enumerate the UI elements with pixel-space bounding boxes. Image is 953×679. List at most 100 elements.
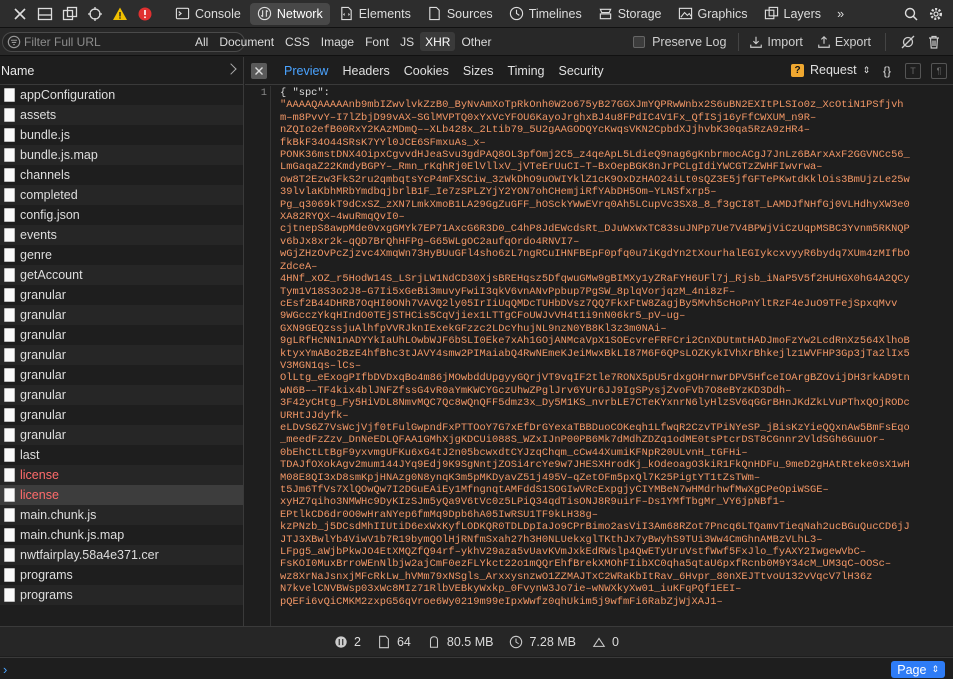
tab-sizes[interactable]: Sizes [456,57,501,85]
tab-timing[interactable]: Timing [500,57,551,85]
chevron-updown-icon: ⇕ [931,664,939,674]
tab-layers[interactable]: Layers [757,3,829,25]
console-icon [175,7,190,20]
request-name: granular [20,288,66,302]
request-row[interactable]: main.chunk.js [0,505,243,525]
request-row[interactable]: events [0,225,243,245]
request-name: bundle.js.map [20,148,98,162]
request-row[interactable]: assets [0,105,243,125]
tab-network[interactable]: Network [249,2,330,25]
tab-cookies[interactable]: Cookies [397,57,456,85]
search-icon[interactable] [899,2,923,26]
type-document-button[interactable]: Document [214,32,279,51]
import-button[interactable]: Import [749,35,803,49]
disable-cache-icon[interactable] [896,30,920,54]
request-row[interactable]: getAccount [0,265,243,285]
request-row[interactable]: granular [0,345,243,365]
preserve-log-label: Preserve Log [652,35,727,49]
tab-preview[interactable]: Preview [277,57,335,85]
devtools-tab-bar: Console Network Elements Sources Timelin… [0,0,953,28]
file-icon [4,588,15,602]
tab-storage[interactable]: Storage [591,3,669,25]
code-line: cEsf2B44DHRB7OqHI0ONh7VAVQ2ly05IrIiUqQMD… [280,297,898,310]
code-line: { "spc": [280,87,330,99]
tab-security[interactable]: Security [552,57,611,85]
export-button[interactable]: Export [817,35,871,49]
type-image-button[interactable]: Image [316,32,359,51]
request-row[interactable]: granular [0,385,243,405]
code-line: V3MGN1qs–lCs– [280,359,362,372]
tab-timelines[interactable]: Timelines [502,3,589,25]
request-row[interactable]: granular [0,425,243,445]
page-context-button[interactable]: Page ⇕ [891,661,945,678]
file-icon [4,88,15,102]
import-icon [750,36,763,48]
request-row[interactable]: bundle.js.map [0,145,243,165]
request-row[interactable]: license [0,465,243,485]
load-icon [592,637,606,647]
error-icon[interactable] [133,2,157,26]
code-line: _meedFzZzv_DnNeEDLQFAA1GMhXjgKDCUi088S_W… [280,434,885,447]
name-column-header[interactable]: Name [0,57,243,85]
request-row[interactable]: bundle.js [0,125,243,145]
code-line: v6bJx8xr2k–qQD7BrQhHFPg–G65WLgOC2aufqOrd… [280,235,580,248]
request-row[interactable]: config.json [0,205,243,225]
gear-icon[interactable] [924,2,948,26]
warning-icon[interactable] [108,2,132,26]
tab-graphics-label: Graphics [697,6,748,21]
code-line: OlLtg_eExogPIfbDVDxqBo4m86jMOwbddUpgyyGQ… [280,372,910,385]
pretty-print-icon[interactable]: {} [879,63,895,79]
tab-graphics[interactable]: Graphics [671,3,755,25]
type-xhr-button[interactable]: XHR [420,32,456,51]
request-row[interactable]: programs [0,585,243,605]
request-row[interactable]: granular [0,405,243,425]
type-all-button[interactable]: All [190,32,213,51]
type-css-button[interactable]: CSS [280,32,315,51]
code-line: wN6B––TF4kix4blJNFZfssG4vR0aYmKWCYGczUhw… [280,384,792,397]
request-name: genre [20,248,52,262]
request-row[interactable]: channels [0,165,243,185]
tab-headers[interactable]: Headers [335,57,396,85]
request-response-select[interactable]: ? Request ⇕ [791,63,870,77]
request-row[interactable]: genre [0,245,243,265]
request-row[interactable]: appConfiguration [0,85,243,105]
code-line: GXN9GEQzssjuAlhfpVVRJknIExekGFzzc2LDcYhu… [280,322,667,335]
console-prompt[interactable]: › [3,662,7,677]
request-row[interactable]: granular [0,285,243,305]
console-prompt-bar[interactable]: › Page ⇕ [0,657,953,679]
request-row[interactable]: last [0,445,243,465]
tab-console[interactable]: Console [168,3,248,25]
request-row[interactable]: granular [0,305,243,325]
type-js-button[interactable]: JS [395,32,419,51]
file-icon [4,528,15,542]
inspect-icon[interactable] [83,2,107,26]
request-row[interactable]: programs [0,565,243,585]
format-icon[interactable]: ¶ [931,63,947,79]
request-row[interactable]: nwtfairplay.58a4e371.cer [0,545,243,565]
request-row[interactable]: main.chunk.js.map [0,525,243,545]
request-row[interactable]: completed [0,185,243,205]
type-other-button[interactable]: Other [456,32,496,51]
tab-console-label: Console [195,6,241,21]
request-row[interactable]: license [0,485,243,505]
sources-icon [429,6,440,21]
undock-icon[interactable] [58,2,82,26]
trash-icon[interactable] [922,30,946,54]
type-font-button[interactable]: Font [360,32,394,51]
graphics-icon [678,7,692,20]
more-tabs-button[interactable]: » [830,3,851,25]
request-row[interactable]: granular [0,325,243,345]
tab-elements[interactable]: Elements [332,3,418,25]
file-icon [4,268,15,282]
collapse-arrow-icon[interactable] [225,63,237,75]
preserve-log-checkbox[interactable] [633,36,646,48]
tab-sources[interactable]: Sources [420,3,500,25]
divider [885,33,886,51]
request-row[interactable]: granular [0,365,243,385]
dock-icon[interactable] [33,2,57,26]
close-detail-button[interactable] [251,62,267,79]
request-list: Name appConfiguration assets bundle.js bund… [0,57,244,626]
close-icon[interactable] [8,2,32,26]
type-icon[interactable]: T [905,63,921,79]
tab-storage-label: Storage [617,6,662,21]
